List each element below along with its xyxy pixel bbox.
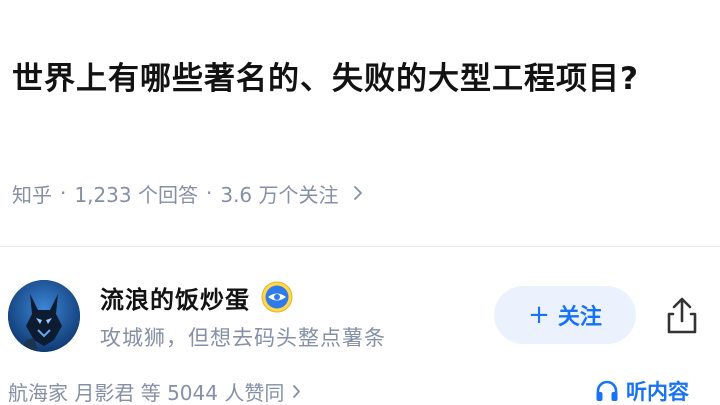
listen-button[interactable]: 听内容 bbox=[594, 374, 689, 405]
question-meta[interactable]: 知乎 · 1,233 个回答 · 3.6 万个关注 bbox=[12, 176, 363, 210]
separator-dot: · bbox=[60, 181, 67, 205]
headphones-icon bbox=[596, 380, 618, 401]
share-icon[interactable] bbox=[660, 294, 704, 338]
chevron-right-icon bbox=[353, 186, 362, 200]
follow-button[interactable]: + 关注 bbox=[494, 286, 636, 344]
avatar-image bbox=[8, 280, 80, 352]
author-bio: 攻城狮，但想去码头整点薯条 bbox=[100, 326, 386, 350]
follow-label: 关注 bbox=[557, 305, 602, 330]
follower-count: 3.6 万个关注 bbox=[220, 182, 339, 207]
author-name[interactable]: 流浪的饭炒蛋 bbox=[100, 280, 250, 315]
author-name-row[interactable]: 流浪的饭炒蛋 bbox=[100, 278, 294, 316]
voters-summary[interactable]: 航海家 月影君 等 5044 人赞同 bbox=[8, 374, 301, 405]
blue-badge-icon bbox=[261, 281, 293, 313]
avatar[interactable] bbox=[8, 280, 80, 352]
chevron-right-icon bbox=[293, 384, 301, 398]
question-title: 世界上有哪些著名的、失败的大型工程项目? bbox=[12, 61, 639, 97]
source-label: 知乎 bbox=[12, 182, 52, 207]
voters-text: 航海家 月影君 等 5044 人赞同 bbox=[8, 380, 285, 405]
plus-icon: + bbox=[528, 300, 550, 330]
divider bbox=[0, 246, 720, 247]
answer-count: 1,233 个回答 bbox=[74, 182, 198, 207]
separator-dot: · bbox=[205, 181, 213, 205]
listen-label: 听内容 bbox=[626, 380, 689, 404]
